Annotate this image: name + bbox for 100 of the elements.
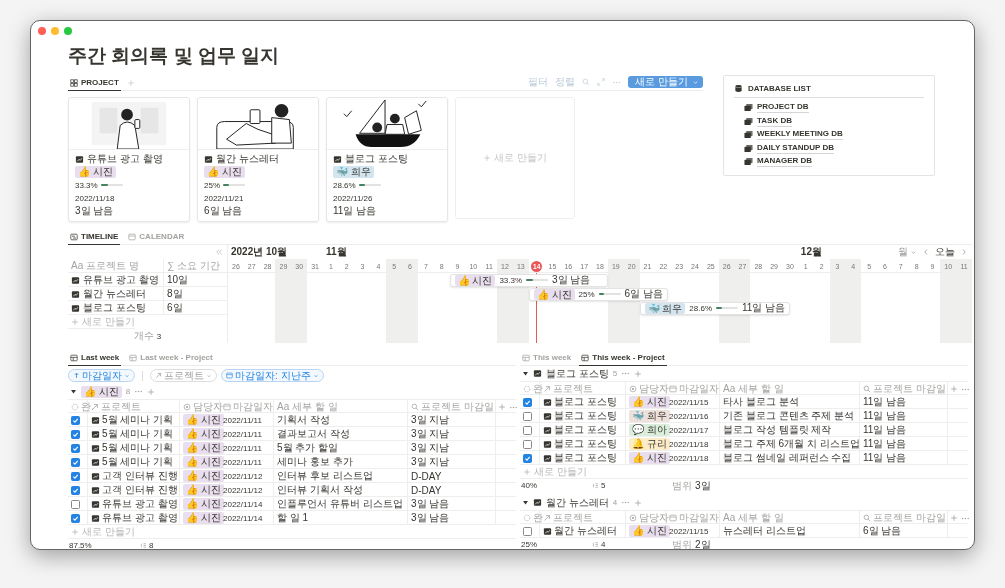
checkbox[interactable] bbox=[71, 429, 80, 439]
add-icon[interactable] bbox=[147, 387, 156, 396]
range-label: 범위 bbox=[672, 537, 692, 549]
project-link[interactable]: 5월 세미나 기획 bbox=[102, 441, 174, 455]
project-link[interactable]: 블로그 포스팅 bbox=[554, 409, 617, 423]
project-name[interactable]: 블로그 포스팅 bbox=[83, 301, 146, 315]
project-link[interactable]: 유튜브 광고 촬영 bbox=[102, 511, 178, 525]
project-link[interactable]: 블로그 포스팅 bbox=[554, 451, 617, 465]
next-icon[interactable] bbox=[960, 248, 968, 256]
project-link[interactable]: 블로그 포스팅 bbox=[554, 437, 617, 451]
checkbox[interactable] bbox=[71, 443, 80, 453]
page-icon bbox=[91, 457, 100, 467]
timeline-bar[interactable]: 🐳 희우 28.6% 11일 남음 bbox=[639, 301, 791, 315]
plus-icon bbox=[483, 154, 492, 162]
month-label: 11월 bbox=[324, 245, 347, 259]
progress-percent: 28.6% bbox=[333, 180, 356, 190]
magnifier-icon bbox=[411, 403, 419, 411]
minimize-button[interactable] bbox=[51, 27, 59, 35]
range-summary: 2일 bbox=[695, 537, 711, 549]
tab[interactable]: TIMELINE bbox=[68, 232, 121, 245]
column-header: 담당자 bbox=[639, 511, 669, 525]
task-title[interactable]: 뉴스레터 리스트업 bbox=[723, 524, 806, 538]
arrow-icon bbox=[543, 385, 551, 393]
remaining-days: 6일 남음 bbox=[624, 287, 663, 301]
duration: 6일 bbox=[167, 301, 183, 315]
task-title[interactable]: 기획서 작성 bbox=[277, 413, 330, 427]
task-title[interactable]: 인터뷰 후보 리스트업 bbox=[277, 469, 373, 483]
project-link[interactable]: 블로그 포스팅 bbox=[554, 395, 617, 409]
checkbox[interactable] bbox=[523, 526, 532, 536]
today-button[interactable]: 오늘 bbox=[935, 245, 955, 259]
status-icon bbox=[523, 385, 531, 393]
task-title[interactable]: 타사 블로그 분석 bbox=[723, 395, 799, 409]
column-header: 완 bbox=[533, 382, 543, 396]
toggle-icon[interactable] bbox=[522, 499, 529, 506]
add-column-icon[interactable] bbox=[950, 385, 958, 393]
add-column-icon[interactable] bbox=[498, 403, 506, 411]
task-title[interactable]: 세미나 홍보 추가 bbox=[277, 455, 353, 469]
collapse-icon[interactable] bbox=[215, 248, 223, 256]
expand-icon[interactable] bbox=[597, 78, 606, 86]
task-title[interactable]: 블로그 썸네일 레퍼런스 수집 bbox=[723, 451, 852, 465]
project-deadline: 3일 남음 bbox=[411, 497, 450, 511]
project-name[interactable]: 유튜브 광고 촬영 bbox=[83, 273, 159, 287]
checkbox[interactable] bbox=[71, 485, 80, 495]
search-icon[interactable] bbox=[582, 78, 591, 86]
project-link[interactable]: 5월 세미나 기획 bbox=[102, 427, 174, 441]
close-button[interactable] bbox=[38, 27, 46, 35]
timeline-bar[interactable]: 👍 시진 33.3% 3일 남음 bbox=[449, 273, 608, 287]
assignee-tag: 👍 시진 bbox=[183, 442, 224, 454]
database-link[interactable]: PROJECT DB bbox=[757, 102, 809, 114]
tab[interactable]: PROJECT bbox=[68, 78, 121, 91]
project-link[interactable]: 고객 인터뷰 진행 bbox=[102, 469, 178, 483]
checkbox[interactable] bbox=[71, 513, 80, 523]
project-link[interactable]: 5월 세미나 기획 bbox=[102, 413, 174, 427]
tab[interactable]: Last week bbox=[68, 353, 122, 366]
project-link[interactable]: 5월 세미나 기획 bbox=[102, 455, 174, 469]
task-title[interactable]: 블로그 주제 6개월 치 리스트업 bbox=[723, 437, 860, 451]
checkbox[interactable] bbox=[523, 411, 532, 421]
due-date: 2022/11/12 bbox=[223, 485, 263, 495]
checkbox[interactable] bbox=[523, 397, 532, 407]
zoom-button[interactable] bbox=[64, 27, 72, 35]
database-link[interactable]: TASK DB bbox=[757, 115, 792, 127]
due-date: 2022/11/16 bbox=[669, 411, 709, 421]
database-link[interactable]: DAILY STANDUP DB bbox=[757, 142, 835, 154]
previous-icon[interactable] bbox=[922, 248, 930, 256]
filter-chip[interactable]: 마감일자 bbox=[68, 369, 135, 382]
checkbox[interactable] bbox=[71, 415, 80, 425]
task-title[interactable]: 5월 추가 할일 bbox=[277, 441, 339, 455]
add-icon[interactable] bbox=[634, 498, 643, 507]
project-link[interactable]: 블로그 포스팅 bbox=[554, 423, 617, 437]
checkbox[interactable] bbox=[523, 453, 532, 463]
add-view-icon[interactable] bbox=[126, 79, 135, 87]
project-name[interactable]: 월간 뉴스레터 bbox=[83, 287, 146, 301]
task-title[interactable]: 할 일 1 bbox=[277, 511, 309, 525]
database-link[interactable]: MANAGER DB bbox=[757, 156, 813, 168]
checkbox[interactable] bbox=[523, 439, 532, 449]
project-link[interactable]: 유튜브 광고 촬영 bbox=[102, 497, 178, 511]
tab[interactable]: This week - Project bbox=[579, 353, 667, 366]
task-title[interactable]: 인터뷰 기획서 작성 bbox=[277, 483, 363, 497]
project-card[interactable]: 유튜브 광고 촬영 👍 시진 33.3% 2022/11/18 3일 남음 bbox=[68, 97, 190, 222]
database-link[interactable]: WEEKLY MEETING DB bbox=[757, 129, 843, 141]
checkbox[interactable] bbox=[71, 499, 80, 509]
task-title[interactable]: 블로그 작성 템플릿 제작 bbox=[723, 423, 832, 437]
task-title[interactable]: 인플루언서 유튜버 리스트업 bbox=[277, 497, 403, 511]
timeline-bar[interactable]: 👍 시진 25% 6일 남음 bbox=[528, 287, 668, 301]
filter-chip[interactable]: 마감일자: 지난주 bbox=[221, 369, 324, 382]
add-icon[interactable] bbox=[634, 369, 643, 378]
add-column-icon[interactable] bbox=[950, 514, 958, 522]
toggle-icon[interactable] bbox=[70, 388, 77, 395]
page-icon bbox=[533, 498, 542, 507]
checkbox[interactable] bbox=[71, 457, 80, 467]
project-card[interactable]: 월간 뉴스레터 👍 시진 25% 2022/11/21 6일 남음 bbox=[197, 97, 319, 222]
task-title[interactable]: 결과보고서 작성 bbox=[277, 427, 350, 441]
page-title: 주간 회의록 및 업무 일지 bbox=[68, 44, 280, 68]
project-link[interactable]: 월간 뉴스레터 bbox=[554, 524, 617, 538]
checkbox[interactable] bbox=[71, 471, 80, 481]
toggle-icon[interactable] bbox=[522, 370, 529, 377]
task-title[interactable]: 기존 블로그 콘텐츠 주제 분석 bbox=[723, 409, 855, 423]
project-link[interactable]: 고객 인터뷰 진행 bbox=[102, 483, 178, 497]
checkbox[interactable] bbox=[523, 425, 532, 435]
project-card[interactable]: 블로그 포스팅 🐳 희우 28.6% 2022/11/26 11일 남음 bbox=[326, 97, 448, 222]
